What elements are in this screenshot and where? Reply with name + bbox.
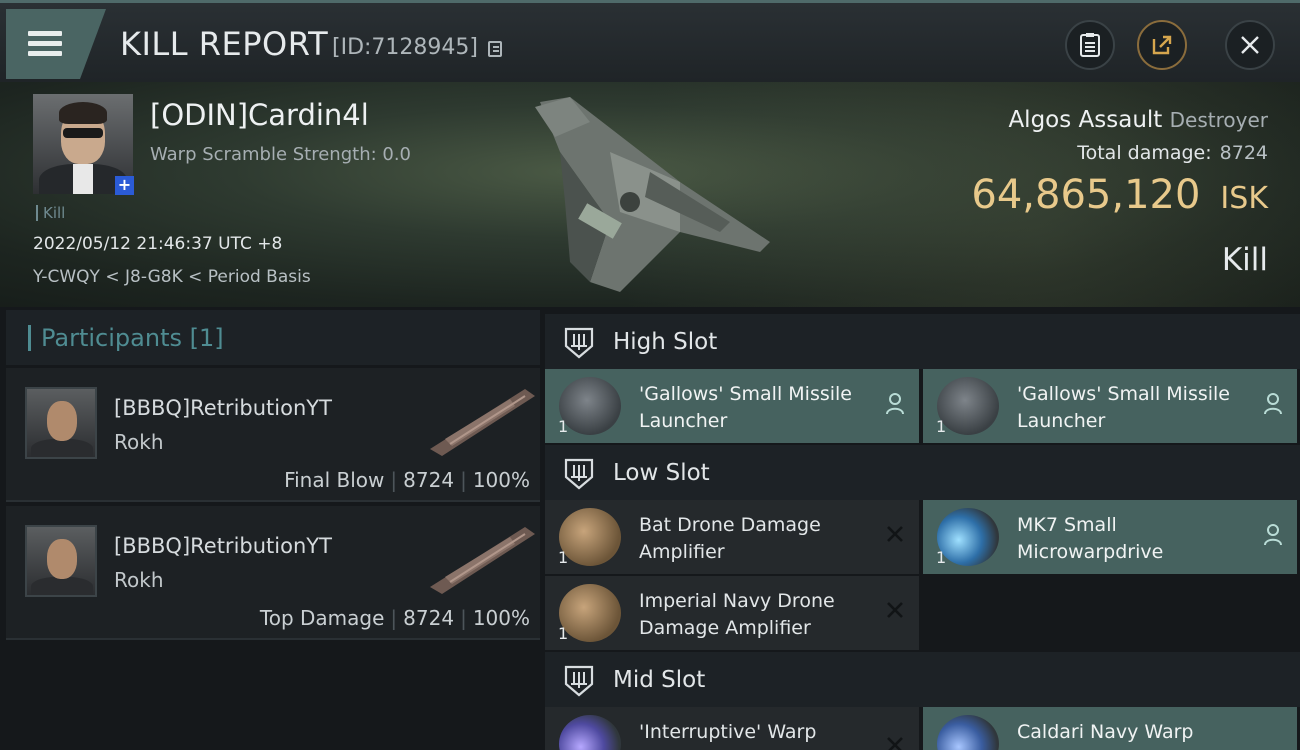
microwarpdrive-icon <box>937 508 999 566</box>
victim-banner: + [ODIN]Cardin4l Warp Scramble Strength:… <box>0 82 1300 307</box>
participant-stats: Top Damage | 8724 | 100% <box>259 606 530 630</box>
participant-name[interactable]: [BBBQ]RetributionYT <box>114 534 332 558</box>
participant-row[interactable]: [BBBQ]RetributionYT Rokh Final Blow | 8724… <box>6 368 540 502</box>
share-icon <box>1152 35 1172 55</box>
module-slot[interactable]: 1 MK7 Small Microwarpdrive <box>923 500 1297 574</box>
drone-amplifier-icon <box>559 584 621 642</box>
participant-name[interactable]: [BBBQ]RetributionYT <box>114 396 332 420</box>
low-slot-icon <box>564 458 594 490</box>
page-title: KILL REPORT <box>120 25 329 63</box>
destroyed-x-icon <box>887 526 903 542</box>
isk-value: 64,865,120 ISK <box>971 172 1268 218</box>
clipboard-icon <box>1080 33 1100 57</box>
copy-icon[interactable] <box>488 41 502 57</box>
hamburger-icon <box>28 31 62 61</box>
fitted-person-icon <box>1264 393 1282 415</box>
module-slot[interactable]: Caldari Navy Warp <box>923 707 1297 750</box>
module-slot[interactable]: 1 'Gallows' Small Missile Launcher <box>545 369 919 443</box>
warp-disruptor-icon <box>559 715 621 750</box>
participant-ship-image <box>430 527 535 594</box>
module-slot[interactable]: 1 'Gallows' Small Missile Launcher <box>923 369 1297 443</box>
fitted-person-icon <box>1264 524 1282 546</box>
participant-row[interactable]: [BBBQ]RetributionYT Rokh Top Damage | 8724… <box>6 506 540 640</box>
victim-ship[interactable]: Algos Assault Destroyer <box>1008 107 1268 133</box>
close-icon <box>1241 36 1259 54</box>
warp-scrambler-icon <box>937 715 999 750</box>
destroyed-x-icon <box>887 602 903 618</box>
share-button[interactable] <box>1137 20 1187 70</box>
participant-ship: Rokh <box>114 568 164 592</box>
module-slot[interactable]: 1 Imperial Navy Drone Damage Amplifier <box>545 576 919 650</box>
high-slot-header: High Slot <box>545 314 1300 369</box>
module-slot[interactable]: 'Interruptive' Warp <box>545 707 919 750</box>
clipboard-button[interactable] <box>1065 20 1115 70</box>
mid-slot-header: Mid Slot <box>545 652 1300 707</box>
missile-launcher-icon <box>937 377 999 435</box>
kill-location[interactable]: Y-CWQY < J8-G8K < Period Basis <box>33 267 311 287</box>
participants-title: Participants [1] <box>28 325 224 351</box>
kill-result: Kill <box>1221 242 1268 278</box>
module-slot[interactable]: 1 Bat Drone Damage Amplifier <box>545 500 919 574</box>
ship-class: Destroyer <box>1169 108 1268 132</box>
participant-ship-image <box>430 389 535 456</box>
participant-ship: Rokh <box>114 430 164 454</box>
warp-scramble-strength: Warp Scramble Strength: 0.0 <box>150 144 412 165</box>
fitted-person-icon <box>886 393 904 415</box>
low-slot-header: Low Slot <box>545 445 1300 500</box>
top-bar: KILL REPORT [ID:7128945] <box>0 0 1300 82</box>
kill-id: [ID:7128945] <box>332 35 478 60</box>
kill-tag: Kill <box>36 205 65 221</box>
fitting-panel: High Slot 1 'Gallows' Small Missile Laun… <box>545 310 1300 750</box>
participant-avatar[interactable] <box>25 387 97 459</box>
close-button[interactable] <box>1225 20 1275 70</box>
add-contact-icon[interactable]: + <box>115 176 134 195</box>
high-slot-icon <box>564 327 594 359</box>
missile-launcher-icon <box>559 377 621 435</box>
participant-avatar[interactable] <box>25 525 97 597</box>
kill-datetime: 2022/05/12 21:46:37 UTC +8 <box>33 234 283 254</box>
total-damage: Total damage: 8724 <box>1077 142 1268 164</box>
drone-amplifier-icon <box>559 508 621 566</box>
destroyed-x-icon <box>887 737 903 750</box>
mid-slot-icon <box>564 665 594 697</box>
victim-ship-image <box>535 97 770 292</box>
victim-name[interactable]: [ODIN]Cardin4l <box>150 98 369 132</box>
participant-stats: Final Blow | 8724 | 100% <box>284 468 530 492</box>
participants-panel: Participants [1] [BBBQ]RetributionYT Rok… <box>6 310 540 750</box>
participants-header: Participants [1] <box>6 310 540 365</box>
menu-button[interactable] <box>6 9 106 79</box>
